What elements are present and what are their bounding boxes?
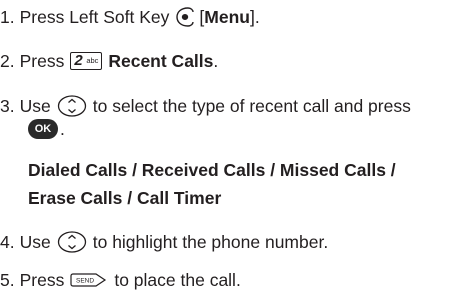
step-3: 3. Use to select the type of recent call… — [0, 94, 411, 118]
step-3-options-line-1: Dialed Calls / Received Calls / Missed C… — [28, 158, 396, 182]
step-2-end: . — [213, 51, 219, 71]
step-2-text: Press — [19, 51, 65, 71]
navigation-key-icon — [57, 231, 86, 253]
step-2: 2. Press 2 abc Recent Calls . — [0, 49, 218, 73]
step-1-text: Press Left Soft Key — [19, 7, 170, 27]
send-key-label: SEND — [76, 278, 94, 285]
navigation-key-icon — [57, 95, 86, 117]
recent-calls-label: Recent Calls — [108, 51, 214, 71]
ok-key-icon: OK — [28, 119, 58, 139]
left-soft-key-icon — [176, 7, 195, 27]
step-2-number: 2. — [0, 51, 15, 71]
key-letters: abc — [86, 56, 99, 65]
options-line-1: Dialed Calls / Received Calls / Missed C… — [28, 160, 396, 180]
menu-label: Menu — [204, 7, 250, 27]
step-3-continuation: OK . — [28, 117, 65, 141]
step-1: 1. Press Left Soft Key [ Menu ]. — [0, 5, 260, 29]
step-4-text: Use — [19, 232, 51, 252]
step-5: 5. Press SEND to place the call. — [0, 268, 241, 292]
step-4-text-2: to highlight the phone number. — [92, 232, 329, 252]
step-1-bracket-close: ]. — [249, 7, 260, 27]
options-line-2: Erase Calls / Call Timer — [28, 188, 222, 208]
step-3-text: Use — [19, 96, 51, 116]
step-3-number: 3. — [0, 96, 15, 116]
2abc-key-icon: 2 abc — [70, 52, 103, 70]
step-4-number: 4. — [0, 232, 15, 252]
step-1-number: 1. — [0, 7, 15, 27]
key-digit: 2 — [74, 52, 83, 69]
step-3-text-2: to select the type of recent call and pr… — [92, 96, 411, 116]
step-5-number: 5. — [0, 270, 15, 290]
step-5-text: Press — [19, 270, 65, 290]
step-3-end: . — [60, 119, 65, 139]
step-3-options-line-2: Erase Calls / Call Timer — [28, 186, 221, 210]
step-4: 4. Use to highlight the phone number. — [0, 230, 328, 254]
send-key-icon: SEND — [70, 273, 107, 287]
step-5-text-2: to place the call. — [114, 270, 241, 290]
